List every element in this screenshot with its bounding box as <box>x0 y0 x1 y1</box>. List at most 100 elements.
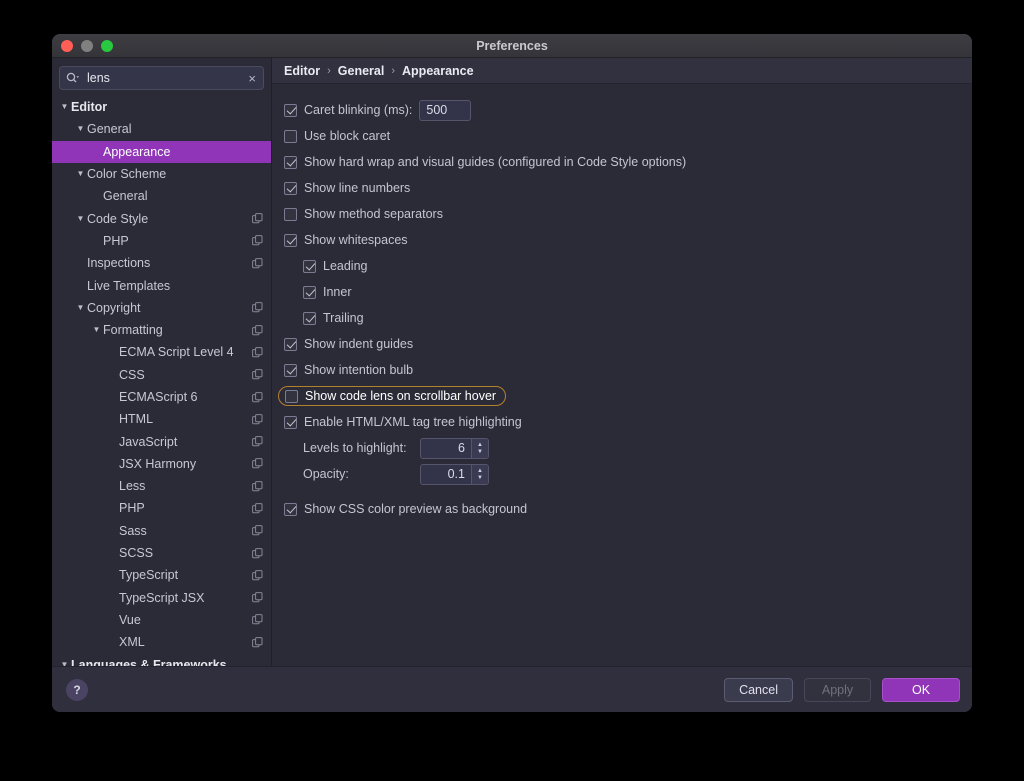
tree-item-appearance[interactable]: ▼Appearance <box>52 140 271 163</box>
ok-button[interactable]: OK <box>882 677 960 702</box>
chevron-down-icon[interactable]: ▼ <box>477 449 483 455</box>
chevron-up-icon[interactable]: ▲ <box>477 468 483 474</box>
setting-show-hard-wrap: Show hard wrap and visual guides (config… <box>272 149 972 175</box>
help-button[interactable]: ? <box>66 678 88 701</box>
tree-item-code-style[interactable]: ▼ Code Style <box>52 207 271 229</box>
tree-item-scss[interactable]: ▼SCSS <box>52 542 271 564</box>
search-match-highlight: Show code lens on scrollbar hover <box>278 386 507 406</box>
breadcrumb-item-editor[interactable]: Editor <box>284 64 320 78</box>
tree-twisty-expanded-icon[interactable]: ▼ <box>90 326 103 334</box>
use-block-caret-checkbox[interactable] <box>284 129 297 143</box>
copy-icon[interactable] <box>252 391 263 403</box>
whitespace-leading-checkbox[interactable] <box>303 259 316 273</box>
close-button[interactable] <box>61 39 73 52</box>
tree-item-typescript-jsx[interactable]: ▼TypeScript JSX <box>52 587 271 609</box>
tree-item-sass[interactable]: ▼Sass <box>52 520 271 542</box>
tree-item-label: Vue <box>119 612 141 627</box>
show-code-lens-checkbox[interactable] <box>285 389 298 403</box>
copy-icon[interactable] <box>252 525 263 536</box>
tree-item-inspections[interactable]: ▼Inspections <box>52 252 271 274</box>
tree-item-live-templates[interactable]: ▼Live Templates <box>52 274 271 296</box>
copy-icon[interactable] <box>252 503 263 514</box>
cancel-button[interactable]: Cancel <box>724 677 793 702</box>
tree-item-label: General <box>87 122 132 137</box>
levels-to-highlight-stepper[interactable]: 6 ▲ ▼ <box>420 437 489 459</box>
tree-item-copyright[interactable]: ▼ Copyright <box>52 297 271 319</box>
show-whitespaces-checkbox[interactable] <box>284 233 297 247</box>
copy-icon[interactable] <box>252 413 263 425</box>
tree-item-label: JSX Harmony <box>119 456 197 471</box>
caret-blinking-checkbox[interactable] <box>284 103 297 117</box>
tree-item-css[interactable]: ▼CSS <box>52 364 271 386</box>
copy-icon[interactable] <box>252 569 263 581</box>
copy-icon[interactable] <box>252 614 263 625</box>
apply-button[interactable]: Apply <box>804 677 871 702</box>
whitespace-trailing-checkbox[interactable] <box>303 311 316 325</box>
chevron-up-icon[interactable]: ▲ <box>477 442 483 448</box>
caret-blinking-input[interactable]: 500 <box>419 99 472 121</box>
copy-icon[interactable] <box>252 324 263 336</box>
clear-search-icon[interactable]: × <box>247 72 257 85</box>
setting-whitespace-trailing: Trailing <box>272 305 972 331</box>
tree-item-label: Live Templates <box>87 278 171 293</box>
tree-item-php[interactable]: ▼PHP <box>52 497 271 519</box>
copy-icon[interactable] <box>252 458 263 469</box>
search-field[interactable]: lens × <box>59 66 264 90</box>
tree-item-vue[interactable]: ▼Vue <box>52 609 271 631</box>
tree-item-typescript[interactable]: ▼TypeScript <box>52 564 271 586</box>
tree-item-general[interactable]: ▼General <box>52 185 271 207</box>
show-line-numbers-checkbox[interactable] <box>284 181 297 195</box>
tree-item-languages-frameworks[interactable]: ▼ Languages & Frameworks <box>52 653 271 666</box>
opacity-arrows[interactable]: ▲ ▼ <box>471 464 488 484</box>
minimize-button[interactable] <box>81 39 93 52</box>
tree-twisty-expanded-icon[interactable]: ▼ <box>74 214 87 223</box>
tree-item-label: Formatting <box>103 323 163 338</box>
opacity-stepper[interactable]: 0.1 ▲ ▼ <box>420 463 489 485</box>
whitespace-inner-checkbox[interactable] <box>303 285 316 299</box>
copy-icon[interactable] <box>252 480 263 492</box>
copy-icon[interactable] <box>252 257 263 269</box>
tree-item-formatting[interactable]: ▼ Formatting <box>52 319 271 341</box>
preferences-window: Preferences lens × ▼ Editor ▼ General Ap… <box>52 34 972 712</box>
breadcrumb-item-general[interactable]: General <box>338 64 385 78</box>
tree-item-jsx-harmony[interactable]: ▼JSX Harmony <box>52 453 271 475</box>
tree-item-xml[interactable]: ▼XML <box>52 631 271 653</box>
show-hard-wrap-checkbox[interactable] <box>284 155 297 169</box>
copy-icon[interactable] <box>252 547 263 559</box>
copy-icon[interactable] <box>252 302 263 313</box>
show-method-separators-checkbox[interactable] <box>284 207 297 221</box>
setting-show-whitespaces: Show whitespaces <box>272 227 972 253</box>
copy-icon[interactable] <box>252 235 263 246</box>
copy-icon[interactable] <box>252 592 263 603</box>
settings-tree[interactable]: ▼Editor▼General▼Appearance▼Color Scheme▼… <box>52 96 271 666</box>
zoom-button[interactable] <box>101 39 113 52</box>
copy-icon[interactable] <box>252 369 263 380</box>
show-css-preview-checkbox[interactable] <box>284 502 297 516</box>
tree-twisty-expanded-icon[interactable]: ▼ <box>74 125 87 133</box>
tree-twisty-expanded-icon[interactable]: ▼ <box>58 660 71 666</box>
search-input[interactable]: lens <box>84 71 243 85</box>
opacity-value[interactable]: 0.1 <box>421 465 471 484</box>
tree-item-ecma-script-level-4[interactable]: ▼ECMA Script Level 4 <box>52 341 271 363</box>
copy-icon[interactable] <box>252 347 263 358</box>
tree-item-php[interactable]: ▼PHP <box>52 230 271 252</box>
enable-tag-tree-checkbox[interactable] <box>284 415 297 429</box>
tree-item-less[interactable]: ▼Less <box>52 475 271 497</box>
show-intention-bulb-checkbox[interactable] <box>284 363 297 377</box>
levels-to-highlight-value[interactable]: 6 <box>421 439 471 458</box>
chevron-down-icon[interactable]: ▼ <box>477 475 483 481</box>
copy-icon[interactable] <box>252 436 263 447</box>
tree-item-html[interactable]: ▼HTML <box>52 408 271 430</box>
copy-icon[interactable] <box>252 213 263 224</box>
tree-twisty-expanded-icon[interactable]: ▼ <box>74 303 87 312</box>
tree-item-ecmascript-6[interactable]: ▼ECMAScript 6 <box>52 386 271 408</box>
copy-icon[interactable] <box>252 636 263 648</box>
tree-twisty-expanded-icon[interactable]: ▼ <box>74 170 87 178</box>
tree-item-color-scheme[interactable]: ▼ Color Scheme <box>52 163 271 185</box>
tree-twisty-expanded-icon[interactable]: ▼ <box>58 103 71 111</box>
levels-to-highlight-arrows[interactable]: ▲ ▼ <box>471 438 488 458</box>
tree-item-general[interactable]: ▼General <box>52 118 271 140</box>
tree-item-editor[interactable]: ▼ Editor <box>52 96 271 118</box>
tree-item-javascript[interactable]: ▼JavaScript <box>52 430 271 452</box>
show-indent-guides-checkbox[interactable] <box>284 337 297 351</box>
